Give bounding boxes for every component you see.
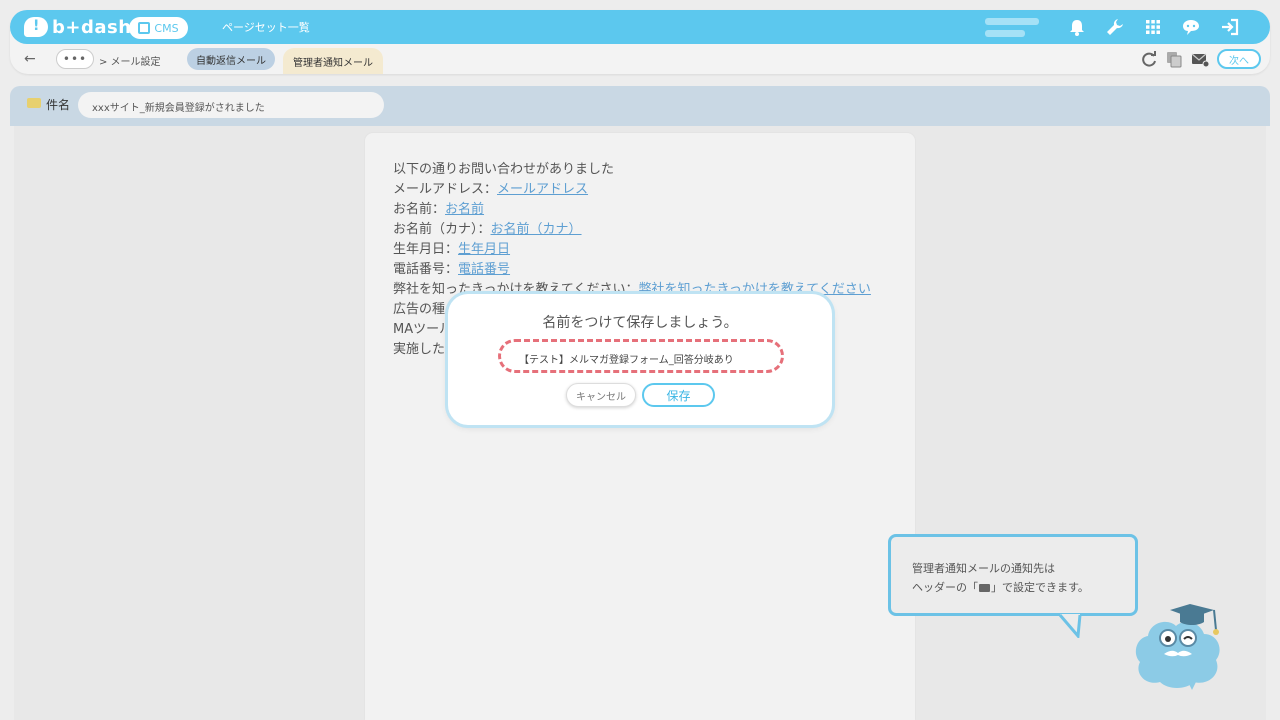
- cms-label: CMS: [154, 21, 179, 35]
- mail-settings-icon[interactable]: [1191, 50, 1209, 68]
- app-header: b+dash CMS ページセット一覧: [10, 10, 1270, 74]
- mascot-icon: [1135, 604, 1220, 690]
- envelope-icon: [27, 98, 41, 108]
- merge-tag-link[interactable]: 電話番号: [458, 262, 510, 277]
- tooltip-tail: [1058, 614, 1082, 638]
- more-button[interactable]: •••: [56, 49, 94, 69]
- subject-input[interactable]: xxxサイト_新規会員登録がされました: [78, 92, 384, 118]
- cancel-button[interactable]: キャンセル: [566, 383, 636, 407]
- tab-admin-notify[interactable]: 管理者通知メール: [283, 48, 383, 74]
- merge-tag-link[interactable]: お名前: [445, 202, 484, 217]
- page-title: ページセット一覧: [222, 21, 310, 34]
- bdash-logo[interactable]: b+dash: [24, 15, 132, 39]
- dialog-title: 名前をつけて保存しましょう。: [542, 315, 738, 331]
- merge-tag-link[interactable]: メールアドレス: [497, 182, 588, 197]
- edit-icon: [138, 22, 151, 34]
- mail-settings-icon: [979, 584, 990, 592]
- tooltip-text: 管理者通知メールの通知先は ヘッダーの「 」で設定できます。: [912, 562, 1089, 594]
- subheader: ← ••• > メール設定 自動返信メール 管理者通知メール 次へ: [10, 44, 1270, 74]
- refresh-icon[interactable]: [1140, 50, 1158, 68]
- user-info[interactable]: [985, 15, 1047, 39]
- save-button[interactable]: 保存: [642, 383, 715, 407]
- body-field-line: 生年月日：生年月日: [393, 242, 511, 257]
- body-field-line: お名前（カナ）：お名前（カナ）: [393, 222, 582, 237]
- chat-icon[interactable]: [1181, 17, 1201, 37]
- merge-tag-link[interactable]: お名前（カナ）: [491, 222, 582, 237]
- help-tooltip: 管理者通知メールの通知先は ヘッダーの「 」で設定できます。: [888, 534, 1138, 616]
- tab-auto-reply[interactable]: 自動返信メール: [187, 48, 275, 70]
- next-button[interactable]: 次へ: [1217, 49, 1261, 69]
- subject-bar: 件名 xxxサイト_新規会員登録がされました: [10, 86, 1270, 126]
- logo-text: b+dash: [52, 16, 132, 38]
- name-input[interactable]: 【テスト】メルマガ登録フォーム_回答分岐あり: [498, 339, 784, 373]
- back-arrow-icon[interactable]: ←: [24, 51, 36, 67]
- cms-button[interactable]: CMS: [129, 17, 188, 39]
- wrench-icon[interactable]: [1105, 17, 1125, 37]
- subject-label: 件名: [46, 98, 71, 112]
- logout-icon[interactable]: [1220, 17, 1240, 37]
- bell-icon[interactable]: [1067, 17, 1087, 37]
- save-name-dialog: 名前をつけて保存しましょう。 【テスト】メルマガ登録フォーム_回答分岐あり キャ…: [448, 294, 832, 425]
- copy-settings-icon[interactable]: [1165, 50, 1183, 68]
- header-bar: b+dash CMS ページセット一覧: [10, 10, 1270, 44]
- body-field-line: メールアドレス：メールアドレス: [393, 182, 589, 197]
- body-intro: 以下の通りお問い合わせがありました: [393, 162, 615, 177]
- grid-icon[interactable]: [1143, 17, 1163, 37]
- merge-tag-link[interactable]: 生年月日: [458, 242, 510, 257]
- breadcrumb[interactable]: > メール設定: [99, 53, 161, 68]
- logo-bubble-icon: [24, 17, 48, 37]
- body-field-line: お名前：お名前: [393, 202, 485, 217]
- body-field-line: 電話番号：電話番号: [393, 262, 511, 277]
